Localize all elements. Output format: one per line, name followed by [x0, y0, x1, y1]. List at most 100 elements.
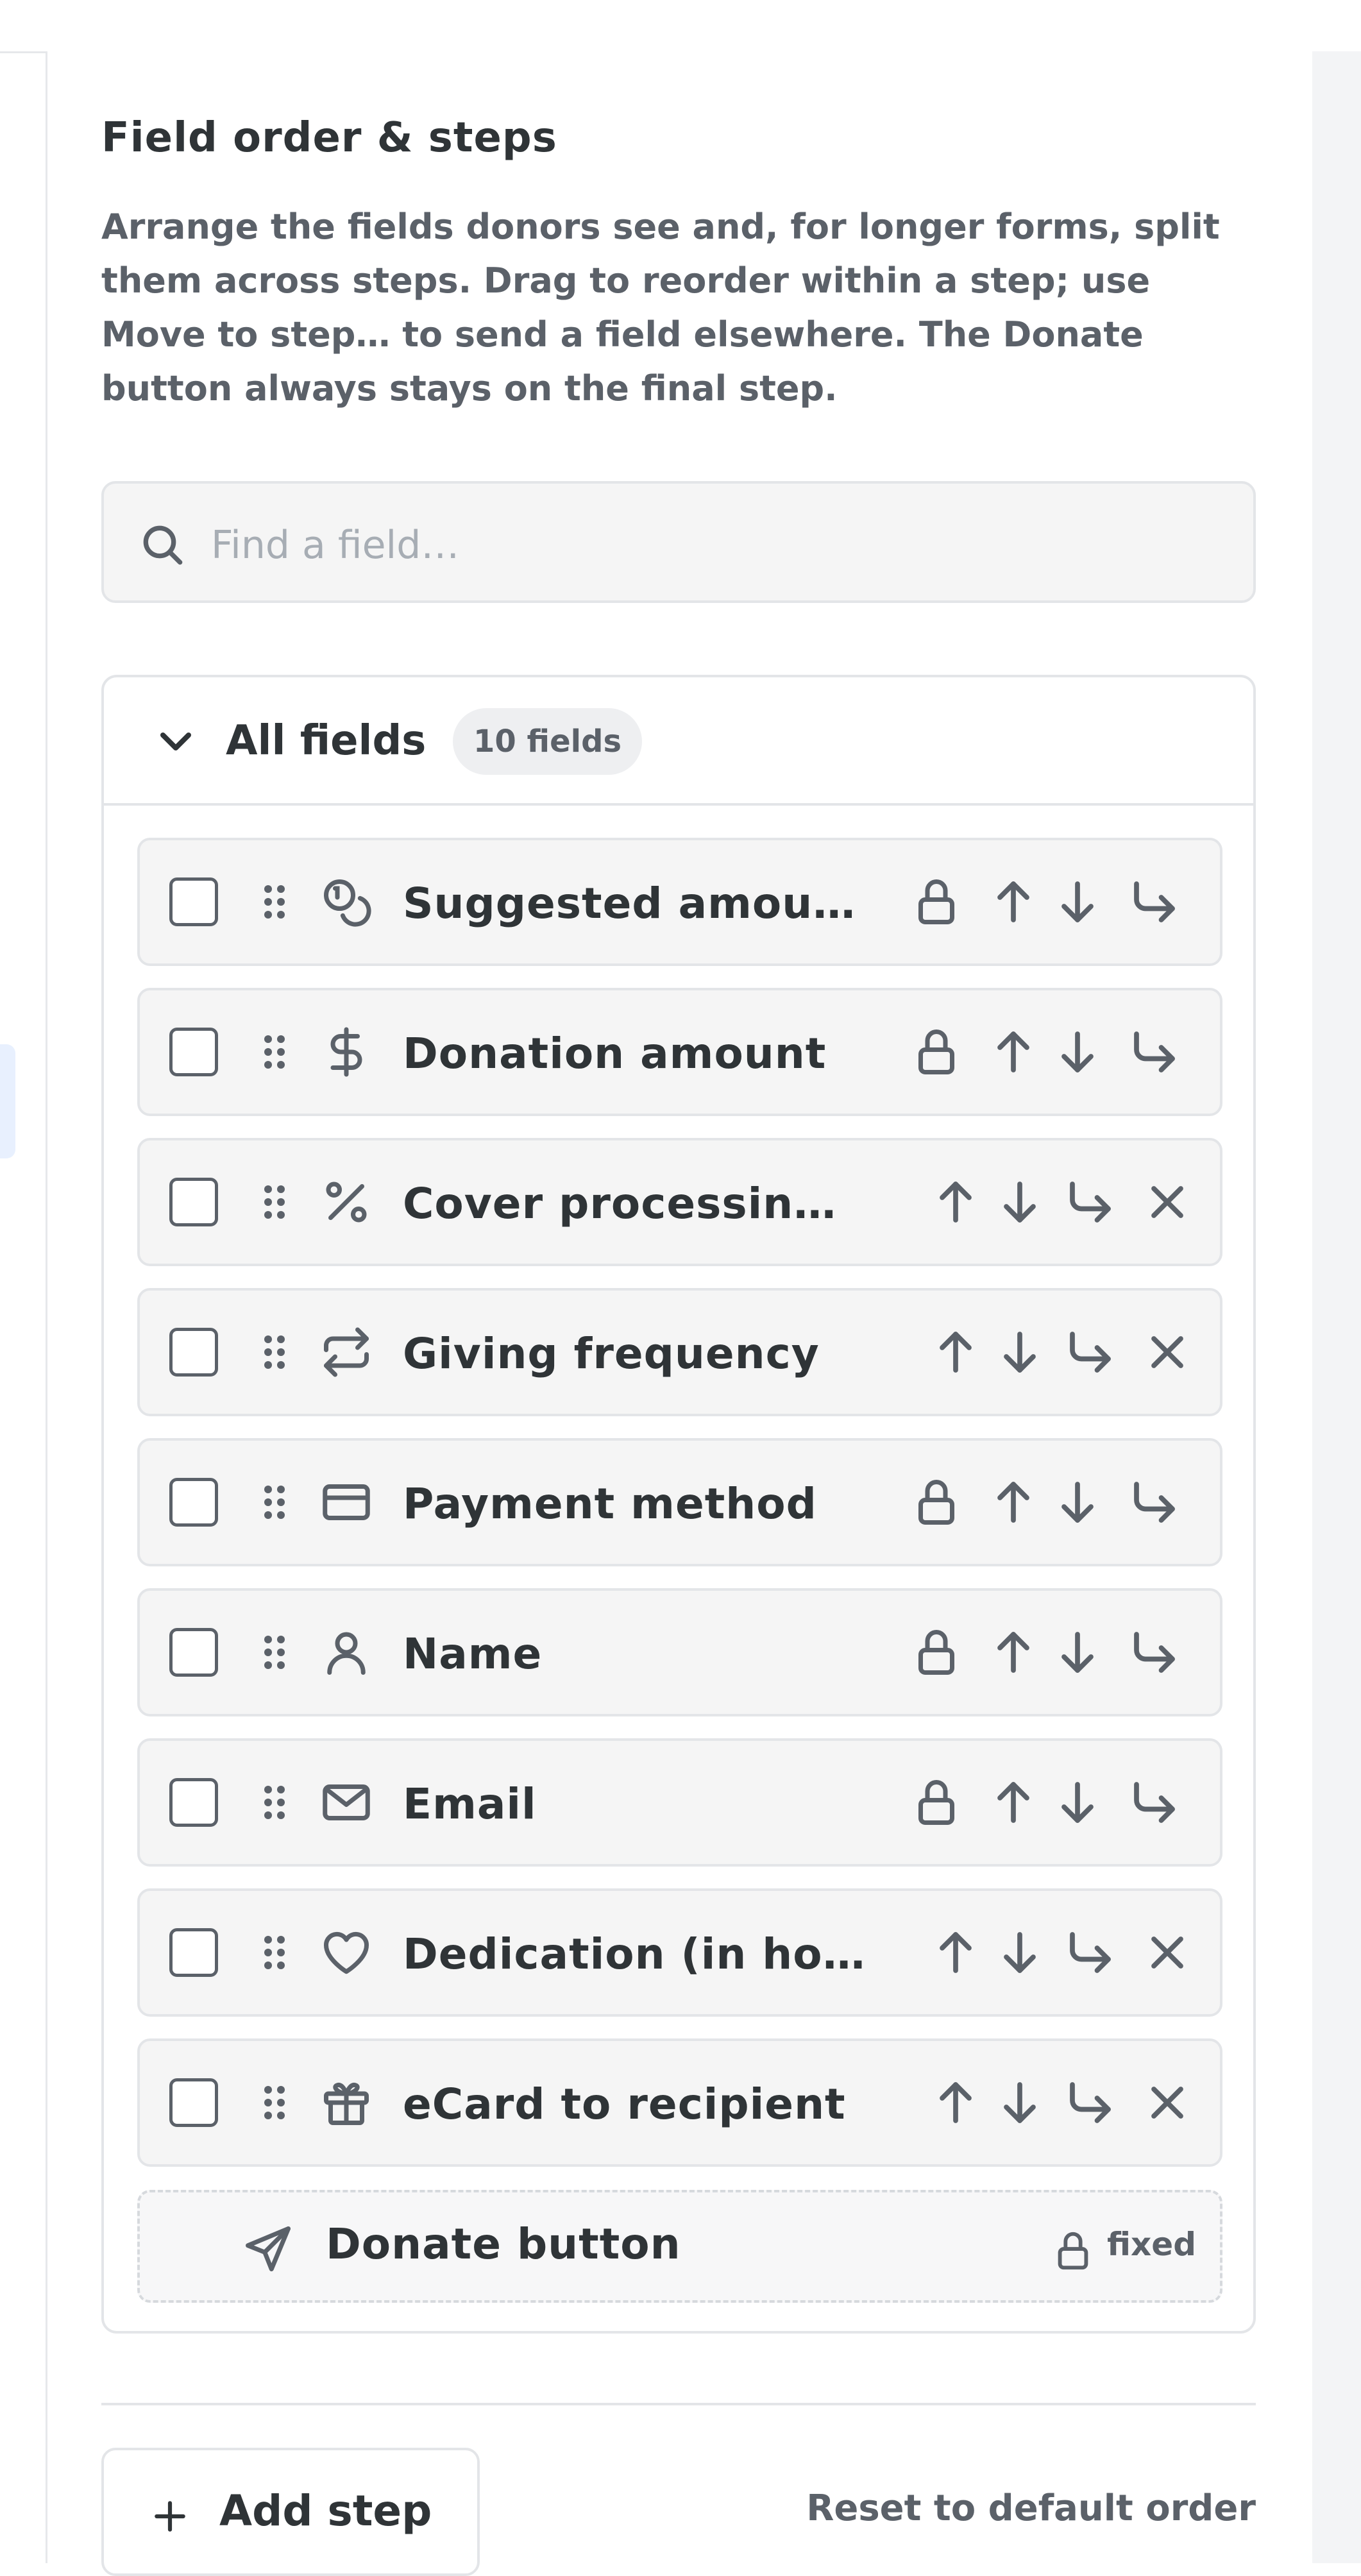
gift-icon — [319, 2076, 373, 2130]
credit-card-icon — [319, 1475, 373, 1529]
remove-icon[interactable] — [1140, 2076, 1194, 2130]
drag-handle-icon[interactable] — [249, 1175, 300, 1229]
move-up-icon[interactable] — [986, 1775, 1040, 1829]
field-label: Suggested amounts — [403, 879, 877, 928]
move-down-icon[interactable] — [1051, 1025, 1104, 1079]
drag-handle-icon[interactable] — [249, 1625, 300, 1679]
heart-icon — [319, 1926, 373, 1979]
move-down-icon[interactable] — [993, 1926, 1047, 1979]
user-icon — [319, 1625, 373, 1679]
drag-handle-icon[interactable] — [249, 1926, 300, 1979]
row-checkbox[interactable] — [169, 1778, 218, 1827]
move-down-icon[interactable] — [993, 1175, 1047, 1229]
move-up-icon[interactable] — [929, 2076, 983, 2130]
field-row[interactable]: Email — [137, 1738, 1222, 1867]
move-up-icon[interactable] — [986, 1625, 1040, 1679]
move-down-icon[interactable] — [993, 1325, 1047, 1379]
move-to-step-icon[interactable] — [1128, 1475, 1181, 1529]
drag-handle-icon[interactable] — [249, 1775, 300, 1829]
remove-icon[interactable] — [1140, 1325, 1194, 1379]
search-icon — [137, 520, 189, 571]
field-row[interactable]: Donation amount — [137, 988, 1222, 1116]
field-row[interactable]: Giving frequency — [137, 1288, 1222, 1416]
move-to-step-icon[interactable] — [1063, 2076, 1117, 2130]
move-down-icon[interactable] — [1051, 1775, 1104, 1829]
move-down-icon[interactable] — [993, 2076, 1047, 2130]
group-title: All fields — [226, 717, 427, 765]
send-icon — [241, 2222, 295, 2276]
add-step-label: Add step — [219, 2486, 432, 2536]
field-label: Giving frequency — [403, 1329, 820, 1378]
field-label: Donation amount — [403, 1029, 827, 1078]
lock-icon — [909, 875, 963, 929]
drag-handle-icon[interactable] — [249, 875, 300, 929]
donate-button-row: Donate button fixed — [137, 2190, 1222, 2303]
drag-handle-icon[interactable] — [249, 1325, 300, 1379]
add-step-button[interactable]: Add step — [101, 2448, 480, 2576]
move-to-step-icon[interactable] — [1128, 875, 1181, 929]
field-row[interactable]: Cover processing fees — [137, 1138, 1222, 1266]
move-to-step-icon[interactable] — [1063, 1926, 1117, 1979]
row-checkbox[interactable] — [169, 1478, 218, 1527]
move-down-icon[interactable] — [1051, 1475, 1104, 1529]
field-label: Dedication (in honor or memory) — [403, 1929, 877, 1979]
footer-divider — [101, 2403, 1256, 2405]
row-checkbox[interactable] — [169, 1328, 218, 1377]
field-row[interactable]: Suggested amounts — [137, 838, 1222, 966]
row-checkbox[interactable] — [169, 877, 218, 926]
drag-handle-icon[interactable] — [249, 2076, 300, 2130]
drag-handle-icon[interactable] — [249, 1475, 300, 1529]
plus-icon — [150, 2496, 190, 2536]
search-input[interactable] — [210, 509, 1238, 581]
move-to-step-icon[interactable] — [1063, 1175, 1117, 1229]
remove-icon[interactable] — [1140, 1175, 1194, 1229]
lock-icon — [909, 1625, 963, 1679]
move-up-icon[interactable] — [929, 1926, 983, 1979]
field-label: eCard to recipient — [403, 2080, 846, 2129]
field-label: Payment method — [403, 1479, 817, 1529]
move-to-step-icon[interactable] — [1063, 1325, 1117, 1379]
field-search[interactable] — [101, 481, 1256, 603]
move-to-step-icon[interactable] — [1128, 1775, 1181, 1829]
move-to-step-icon[interactable] — [1128, 1625, 1181, 1679]
drag-handle-icon[interactable] — [249, 1025, 300, 1079]
row-checkbox[interactable] — [169, 1628, 218, 1677]
section-title: Field order & steps — [101, 114, 557, 162]
move-up-icon[interactable] — [929, 1325, 983, 1379]
repeat-icon — [319, 1325, 373, 1379]
percent-icon — [319, 1175, 373, 1229]
move-to-step-icon[interactable] — [1128, 1025, 1181, 1079]
chevron-down-icon[interactable] — [150, 716, 201, 767]
lock-icon — [909, 1475, 963, 1529]
move-up-icon[interactable] — [986, 1025, 1040, 1079]
nav-active-indicator — [0, 1044, 15, 1158]
mail-icon — [319, 1775, 373, 1829]
field-row[interactable]: eCard to recipient — [137, 2038, 1222, 2167]
dollar-icon — [319, 1025, 373, 1079]
field-row[interactable]: Dedication (in honor or memory) — [137, 1888, 1222, 2017]
group-header[interactable]: All fields 10 fields — [104, 677, 1253, 806]
section-description: Arrange the fields donors see and, for l… — [101, 207, 1220, 409]
right-scroll-region — [1312, 51, 1361, 2563]
move-up-icon[interactable] — [986, 1475, 1040, 1529]
field-row[interactable]: Name — [137, 1588, 1222, 1716]
lock-icon — [909, 1775, 963, 1829]
move-down-icon[interactable] — [1051, 875, 1104, 929]
field-label: Name — [403, 1629, 543, 1679]
field-row[interactable]: Payment method — [137, 1438, 1222, 1566]
remove-icon[interactable] — [1140, 1926, 1194, 1979]
row-checkbox[interactable] — [169, 1178, 218, 1226]
row-checkbox[interactable] — [169, 1928, 218, 1977]
move-down-icon[interactable] — [1051, 1625, 1104, 1679]
field-label: Email — [403, 1779, 537, 1829]
row-checkbox[interactable] — [169, 2078, 218, 2127]
move-up-icon[interactable] — [986, 875, 1040, 929]
move-up-icon[interactable] — [929, 1175, 983, 1229]
fixed-label: fixed — [1107, 2226, 1197, 2263]
row-checkbox[interactable] — [169, 1028, 218, 1076]
lock-icon — [909, 1025, 963, 1079]
reset-order-link[interactable]: Reset to default order — [806, 2487, 1256, 2529]
field-label: Cover processing fees — [403, 1179, 865, 1228]
top-bar — [0, 0, 1361, 53]
field-group-all: All fields 10 fields Suggested amounts D… — [101, 675, 1256, 2334]
